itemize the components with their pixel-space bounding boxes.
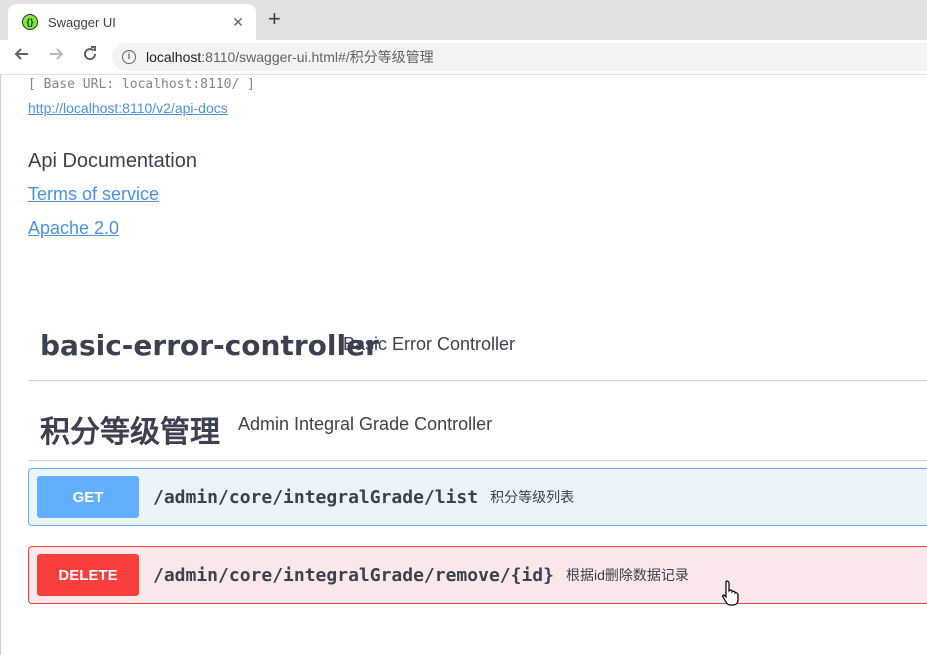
url-host: localhost	[146, 49, 202, 65]
operation-delete-remove[interactable]: DELETE /admin/core/integralGrade/remove/…	[28, 546, 927, 604]
terms-of-service-link[interactable]: Terms of service	[28, 184, 159, 205]
close-tab-icon[interactable]: ✕	[230, 14, 246, 31]
reload-icon[interactable]	[78, 45, 102, 69]
tag-description: Admin Integral Grade Controller	[238, 414, 493, 434]
method-badge-delete: DELETE	[37, 554, 139, 596]
base-url: [ Base URL: localhost:8110/ ]	[28, 77, 255, 92]
hand-pointer-cursor-icon	[721, 580, 739, 606]
browser-toolbar: i localhost:8110/swagger-ui.html#/积分等级管理	[0, 40, 927, 75]
tag-section-basic-error-controller[interactable]: basic-error-controller Basic Error Contr…	[28, 315, 927, 381]
operation-summary: 根据id删除数据记录	[565, 567, 689, 583]
operation-get-list[interactable]: GET /admin/core/integralGrade/list 积分等级列…	[28, 468, 927, 526]
url-text[interactable]: localhost:8110/swagger-ui.html#/积分等级管理	[146, 47, 434, 67]
tag-section-integral-grade[interactable]: 积分等级管理 Admin Integral Grade Controller	[28, 395, 927, 461]
tag-name[interactable]: basic-error-controller	[40, 329, 379, 362]
new-tab-button[interactable]: +	[268, 8, 281, 30]
browser-tabstrip: {} Swagger UI ✕ +	[0, 0, 927, 40]
operation-summary: 积分等级列表	[490, 489, 575, 505]
api-docs-link[interactable]: http://localhost:8110/v2/api-docs	[28, 100, 228, 116]
arrow-left-icon[interactable]	[10, 45, 34, 69]
address-bar[interactable]: i localhost:8110/swagger-ui.html#/积分等级管理	[112, 43, 927, 71]
url-path: :8110/swagger-ui.html#/积分等级管理	[201, 49, 434, 65]
api-description: Api Documentation	[28, 150, 197, 172]
method-badge-get: GET	[37, 476, 139, 518]
swagger-favicon-icon: {}	[22, 14, 38, 30]
tag-name[interactable]: 积分等级管理	[40, 407, 220, 451]
swagger-page: [ Base URL: localhost:8110/ ] http://loc…	[0, 75, 927, 655]
license-link[interactable]: Apache 2.0	[28, 218, 119, 239]
browser-tab-active[interactable]: {} Swagger UI ✕	[8, 4, 256, 40]
info-icon[interactable]: i	[122, 50, 136, 64]
operation-path: /admin/core/integralGrade/list	[153, 486, 479, 508]
tab-title: Swagger UI	[48, 14, 116, 30]
operation-path: /admin/core/integralGrade/remove/{id}	[153, 564, 554, 586]
tag-description: Basic Error Controller	[343, 334, 516, 354]
arrow-right-icon[interactable]	[44, 45, 68, 69]
